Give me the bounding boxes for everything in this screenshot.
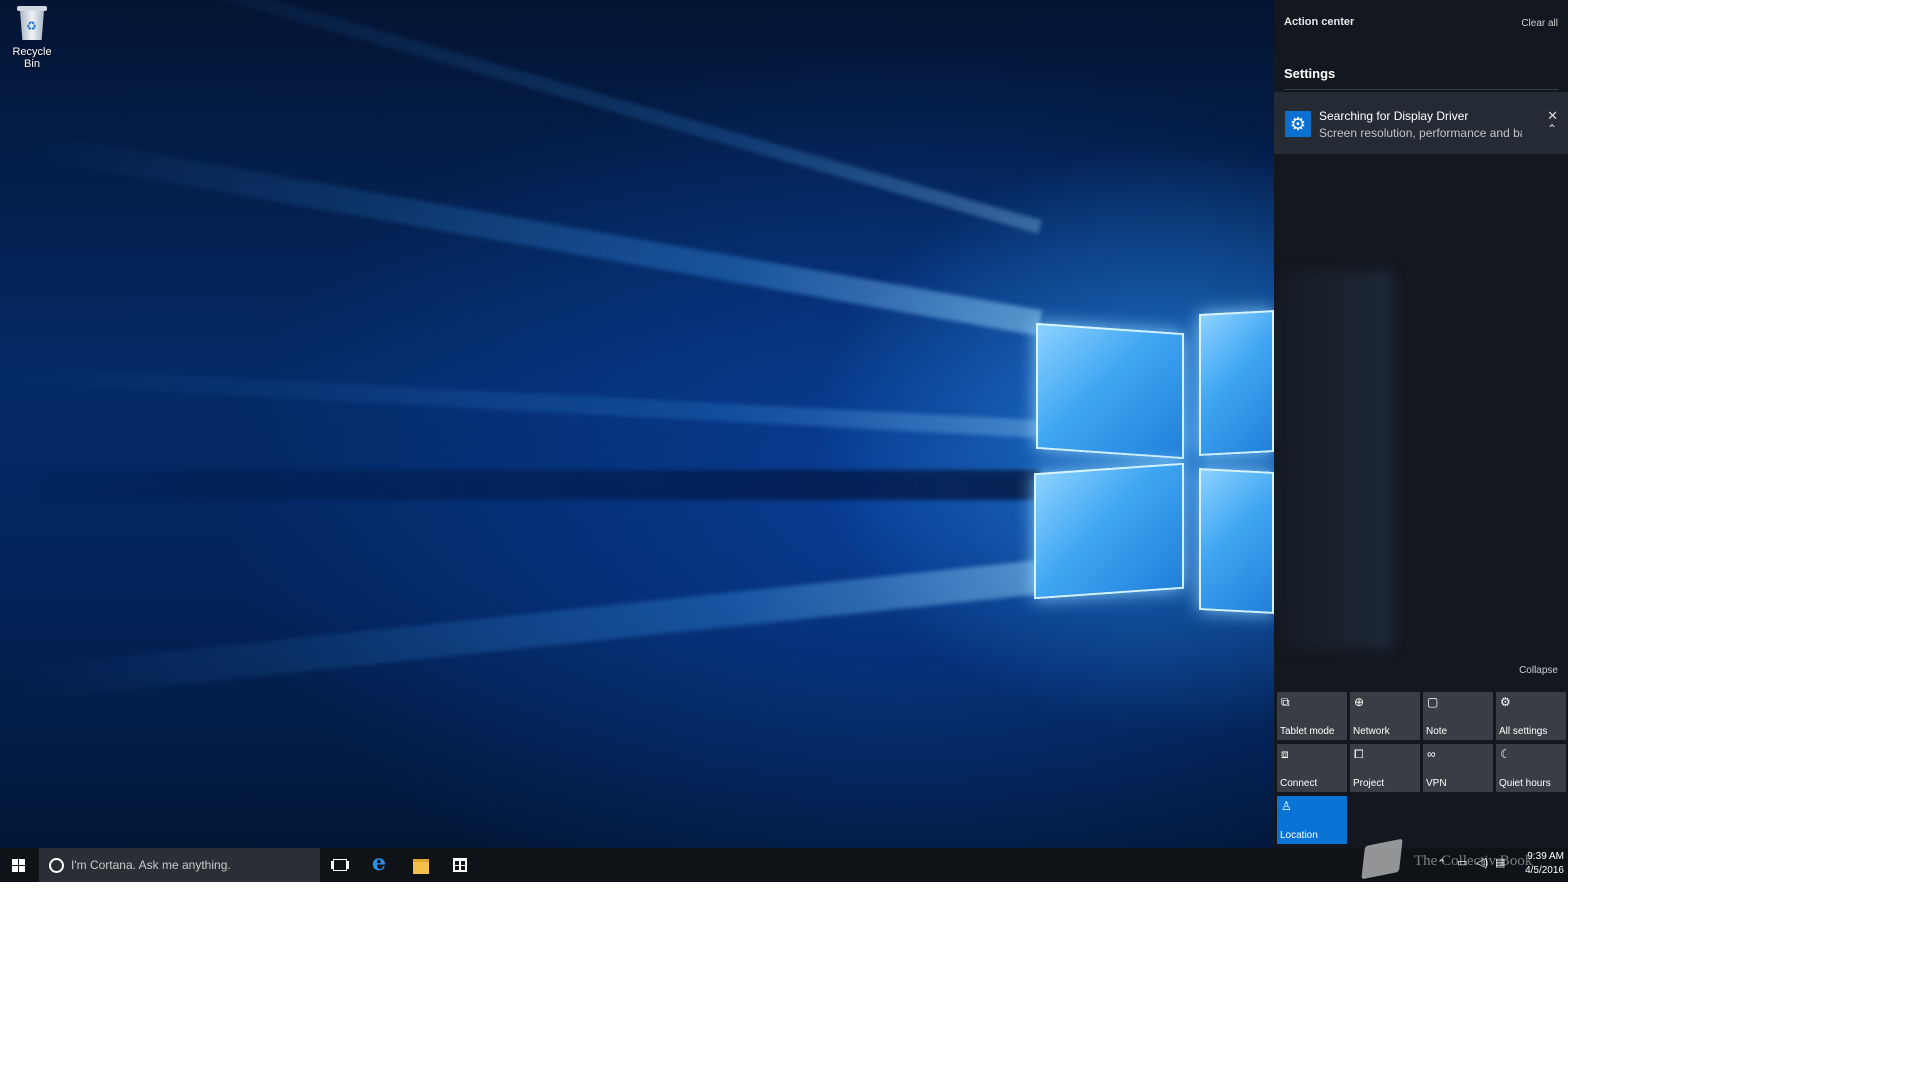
gear-icon: ⚙ bbox=[1285, 111, 1311, 137]
notification-title: Searching for Display Driver bbox=[1319, 109, 1469, 123]
taskbar: I'm Cortana. Ask me anything. e The Coll… bbox=[0, 838, 1568, 882]
project-icon: ⧠ bbox=[1354, 747, 1364, 761]
vpn-icon: ∞ bbox=[1427, 747, 1436, 761]
action-center-icon[interactable]: ▤ bbox=[1495, 856, 1505, 882]
quick-action-quiet-hours[interactable]: ☾ Quiet hours bbox=[1496, 744, 1566, 792]
network-globe-icon: ⊕ bbox=[1354, 695, 1365, 709]
windows-logo-icon bbox=[12, 859, 26, 872]
show-hidden-icons-chevron-icon[interactable]: ⌃ bbox=[1437, 857, 1446, 882]
start-button[interactable] bbox=[0, 848, 38, 882]
light-beam bbox=[3, 560, 1042, 703]
quick-action-label: Quiet hours bbox=[1499, 778, 1551, 789]
system-clock[interactable]: 9:39 AM 4/5/2016 bbox=[1512, 850, 1564, 878]
light-beam bbox=[38, 0, 1042, 234]
quick-action-label: VPN bbox=[1426, 778, 1447, 789]
moon-icon: ☾ bbox=[1500, 747, 1511, 761]
volume-icon[interactable]: ◁) bbox=[1476, 856, 1488, 882]
desktop-icon-recycle-bin[interactable]: ♻ Recycle Bin bbox=[4, 6, 60, 70]
shadow-band bbox=[0, 470, 1040, 500]
quick-action-label: Tablet mode bbox=[1280, 726, 1335, 737]
desktop-icon-label: Recycle Bin bbox=[12, 46, 52, 70]
file-explorer-icon bbox=[413, 859, 429, 874]
notification-group-title: Settings bbox=[1284, 66, 1558, 90]
note-icon: ▢ bbox=[1427, 695, 1439, 709]
cortana-search-box[interactable]: I'm Cortana. Ask me anything. bbox=[39, 848, 320, 882]
quick-action-label: Connect bbox=[1280, 778, 1318, 789]
collapse-button[interactable]: Collapse bbox=[1519, 665, 1558, 676]
notification-body: Screen resolution, performance and batte… bbox=[1319, 126, 1522, 140]
quick-action-label: Note bbox=[1426, 726, 1448, 737]
quick-actions-grid: ⧉ Tablet mode ⊕ Network ▢ Note ⚙ All set… bbox=[1277, 692, 1566, 844]
action-center-title: Action center bbox=[1284, 16, 1355, 28]
task-view-button[interactable] bbox=[321, 848, 359, 882]
connect-icon: ⧈ bbox=[1281, 747, 1289, 761]
recycle-bin-icon: ♻ bbox=[17, 6, 47, 40]
network-icon[interactable]: ▭ bbox=[1457, 856, 1467, 882]
gear-icon: ⚙ bbox=[1500, 695, 1511, 709]
clear-all-button[interactable]: Clear all bbox=[1521, 18, 1558, 29]
windows-logo-pane bbox=[1034, 462, 1184, 600]
book-icon bbox=[1361, 838, 1403, 880]
store-icon bbox=[453, 858, 467, 872]
quick-action-label: Location bbox=[1280, 830, 1318, 841]
quick-action-label: Project bbox=[1353, 778, 1385, 789]
edge-icon: e bbox=[372, 850, 386, 876]
desktop-wallpaper bbox=[0, 0, 1274, 848]
quick-action-location[interactable]: ♙ Location bbox=[1277, 796, 1347, 844]
cortana-icon bbox=[49, 858, 64, 873]
quick-action-label: All settings bbox=[1499, 726, 1548, 737]
quick-action-tablet-mode[interactable]: ⧉ Tablet mode bbox=[1277, 692, 1347, 740]
blurred-background bbox=[1284, 270, 1394, 650]
quick-action-network[interactable]: ⊕ Network bbox=[1350, 692, 1420, 740]
file-explorer-button[interactable] bbox=[401, 848, 439, 882]
quick-action-label: Network bbox=[1353, 726, 1390, 737]
windows-logo-pane bbox=[1199, 310, 1274, 456]
light-beam bbox=[0, 365, 1041, 438]
quick-action-note[interactable]: ▢ Note bbox=[1423, 692, 1493, 740]
desktop-screen: ♻ Recycle Bin Action center Clear all Se… bbox=[0, 0, 1568, 882]
action-center-panel: Action center Clear all Settings ⚙ Searc… bbox=[1274, 0, 1568, 848]
search-placeholder: I'm Cortana. Ask me anything. bbox=[71, 858, 231, 872]
windows-logo-pane bbox=[1199, 468, 1274, 614]
clock-time: 9:39 AM bbox=[1527, 851, 1564, 862]
tablet-mode-icon: ⧉ bbox=[1281, 695, 1290, 709]
notification-card[interactable]: ⚙ Searching for Display Driver Screen re… bbox=[1274, 92, 1568, 154]
chevron-up-icon[interactable]: ⌃ bbox=[1547, 122, 1557, 136]
edge-button[interactable]: e bbox=[362, 848, 400, 882]
windows-logo-pane bbox=[1036, 322, 1184, 460]
clock-date: 4/5/2016 bbox=[1525, 865, 1564, 876]
quick-action-connect[interactable]: ⧈ Connect bbox=[1277, 744, 1347, 792]
store-button[interactable] bbox=[441, 848, 479, 882]
quick-action-vpn[interactable]: ∞ VPN bbox=[1423, 744, 1493, 792]
light-beam bbox=[13, 129, 1043, 336]
quick-action-project[interactable]: ⧠ Project bbox=[1350, 744, 1420, 792]
location-icon: ♙ bbox=[1281, 799, 1292, 813]
quick-action-all-settings[interactable]: ⚙ All settings bbox=[1496, 692, 1566, 740]
